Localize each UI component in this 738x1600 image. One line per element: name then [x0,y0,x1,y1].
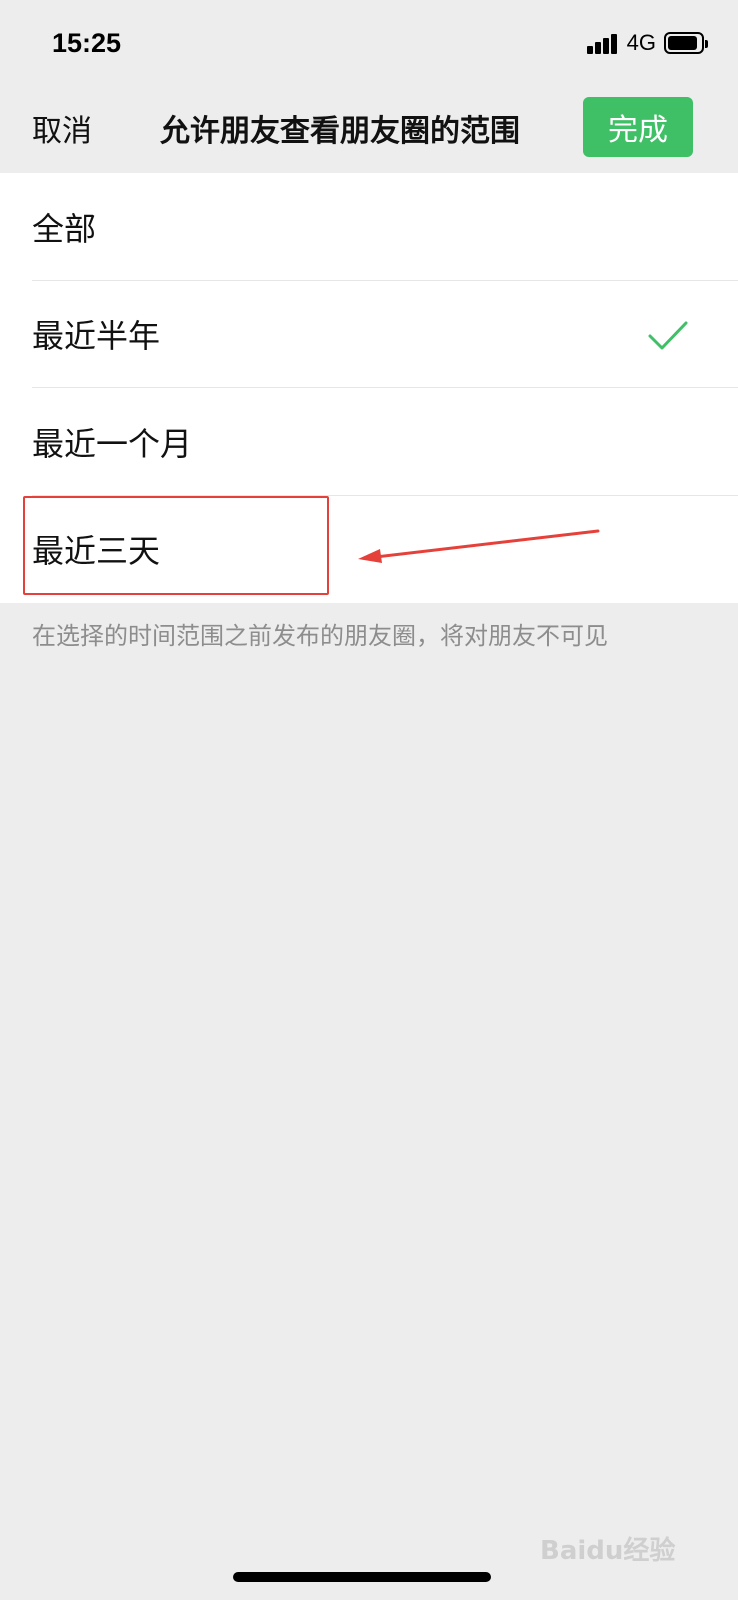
option-one-month[interactable]: 最近一个月 [0,388,738,496]
option-half-year[interactable]: 最近半年 [0,281,738,389]
status-time: 15:25 [52,28,122,58]
nav-bar: 取消 允许朋友查看朋友圈的范围 完成 [0,92,738,172]
battery-icon [664,32,708,54]
baidu-watermark: Baidu经验 [540,1536,676,1566]
checkmark-icon [648,321,688,349]
home-indicator[interactable] [233,1572,491,1582]
page-title: 允许朋友查看朋友圈的范围 [160,114,520,149]
option-label: 最近半年 [32,317,161,356]
screen: 15:25 4G 取消 允许朋友查看朋友圈的范围 完成 全部 最近半年 最近一个… [0,0,738,1600]
done-button[interactable]: 完成 [583,97,693,157]
status-bar: 15:25 4G [0,0,738,92]
option-label: 全部 [32,209,97,248]
network-type: 4G [626,30,656,55]
option-label: 最近一个月 [32,424,193,463]
status-indicators: 4G [586,30,708,56]
range-hint-text: 在选择的时间范围之前发布的朋友圈，将对朋友不可见 [32,622,608,650]
cancel-button[interactable]: 取消 [32,106,92,150]
annotation-highlight-box [23,496,329,595]
option-all[interactable]: 全部 [0,173,738,281]
signal-icon [586,32,619,54]
annotation-arrow-icon [358,529,600,563]
